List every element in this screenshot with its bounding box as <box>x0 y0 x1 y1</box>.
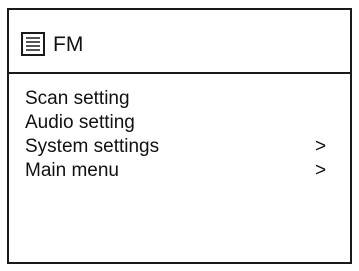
submenu-arrow-icon: > <box>315 160 327 181</box>
menu-item-scan-setting[interactable]: Scan setting <box>9 88 350 112</box>
menu-list-icon <box>21 32 45 56</box>
submenu-arrow-icon: > <box>315 136 327 157</box>
mode-title: FM <box>53 33 84 56</box>
menu-item-main-menu[interactable]: Main menu > <box>9 160 350 184</box>
menu-item-system-settings[interactable]: System settings > <box>9 136 350 160</box>
menu-item-label: Scan setting <box>25 88 130 109</box>
menu-item-label: Main menu <box>25 160 119 181</box>
menu-list: Scan setting Audio setting System settin… <box>9 88 350 184</box>
menu-item-label: System settings <box>25 136 160 157</box>
menu-item-label: Audio setting <box>25 112 135 133</box>
menu-item-audio-setting[interactable]: Audio setting <box>9 112 350 136</box>
radio-display: FM Scan setting Audio setting System set… <box>7 8 352 264</box>
display-header: FM <box>9 10 350 74</box>
